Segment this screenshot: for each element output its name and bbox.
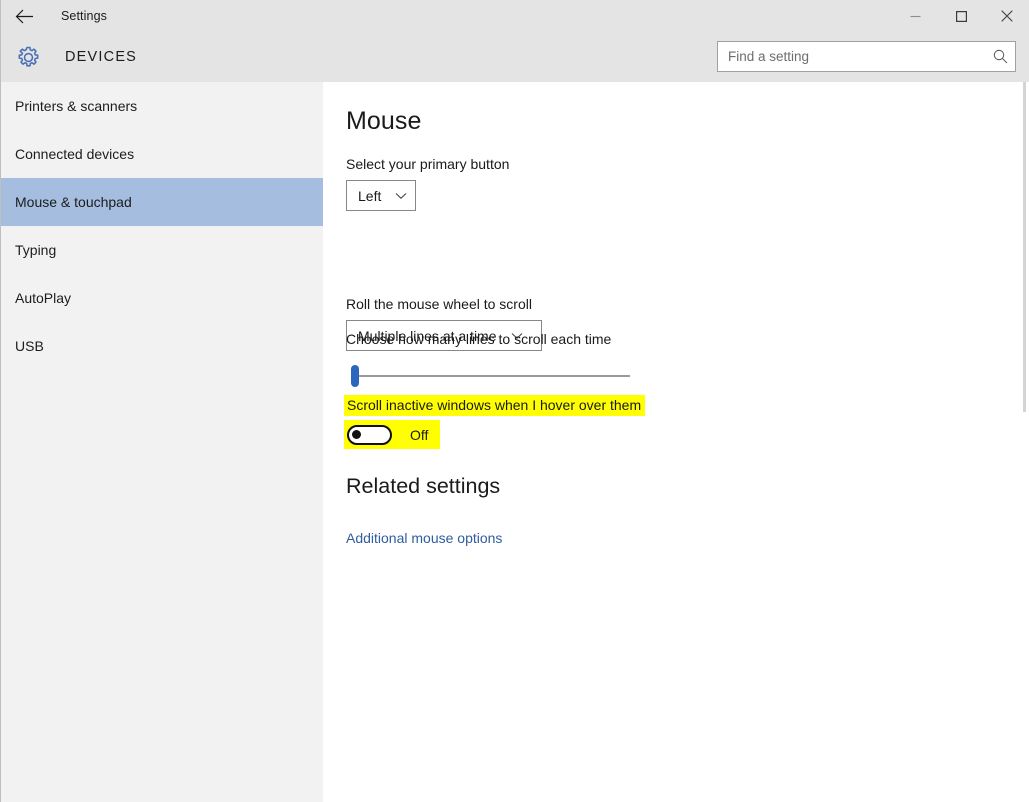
primary-button-dropdown[interactable]: Left: [346, 180, 416, 211]
lines-to-scroll-slider[interactable]: [346, 364, 630, 388]
app-header: DEVICES: [1, 32, 1029, 82]
sidebar-item-label: Connected devices: [15, 146, 135, 162]
maximize-button[interactable]: [938, 0, 984, 32]
close-button[interactable]: [984, 0, 1029, 32]
sidebar: Printers & scanners Connected devices Mo…: [1, 82, 323, 802]
page-title: Mouse: [346, 107, 422, 135]
lines-to-scroll-label: Choose how many lines to scroll each tim…: [346, 331, 612, 347]
gear-icon: [5, 37, 51, 77]
content-pane: Mouse Select your primary button Left Ro…: [323, 82, 1029, 802]
sidebar-item-connected-devices[interactable]: Connected devices: [1, 130, 323, 178]
search-icon[interactable]: [985, 42, 1015, 71]
chevron-down-icon: [395, 192, 407, 200]
sidebar-item-usb[interactable]: USB: [1, 322, 323, 370]
sidebar-item-label: USB: [15, 338, 44, 354]
scrollbar-thumb[interactable]: [1023, 82, 1026, 412]
page-header-title: DEVICES: [65, 49, 138, 65]
search-box[interactable]: [717, 41, 1016, 72]
toggle-knob: [352, 429, 361, 439]
content-scrollbar[interactable]: [1022, 82, 1027, 802]
inactive-scroll-label: Scroll inactive windows when I hover ove…: [344, 395, 646, 416]
slider-thumb[interactable]: [351, 365, 359, 387]
caption-buttons: [892, 0, 1029, 32]
window-title: Settings: [61, 9, 107, 23]
sidebar-item-label: Mouse & touchpad: [15, 194, 132, 210]
minimize-button[interactable]: [892, 0, 938, 32]
sidebar-item-autoplay[interactable]: AutoPlay: [1, 274, 323, 322]
sidebar-item-mouse-touchpad[interactable]: Mouse & touchpad: [1, 178, 323, 226]
primary-button-value: Left: [358, 187, 382, 204]
title-bar: Settings: [1, 0, 1029, 32]
wheel-scroll-label: Roll the mouse wheel to scroll: [346, 296, 532, 312]
slider-track: [354, 375, 630, 377]
inactive-scroll-toggle-row[interactable]: Off: [344, 420, 441, 449]
related-settings-heading: Related settings: [346, 474, 501, 498]
primary-button-label: Select your primary button: [346, 156, 510, 172]
sidebar-item-typing[interactable]: Typing: [1, 226, 323, 274]
sidebar-item-label: Printers & scanners: [15, 98, 138, 114]
additional-mouse-options-link[interactable]: Additional mouse options: [346, 530, 502, 546]
settings-window: Settings DEVICES Find a setting Printers…: [0, 0, 1029, 802]
sidebar-item-printers-scanners[interactable]: Printers & scanners: [1, 82, 323, 130]
back-arrow-icon[interactable]: [1, 0, 47, 32]
sidebar-item-label: AutoPlay: [15, 290, 72, 306]
sidebar-item-label: Typing: [15, 242, 57, 258]
search-input[interactable]: [718, 42, 985, 71]
toggle-state-label: Off: [410, 426, 429, 443]
inactive-scroll-toggle[interactable]: [347, 424, 392, 445]
